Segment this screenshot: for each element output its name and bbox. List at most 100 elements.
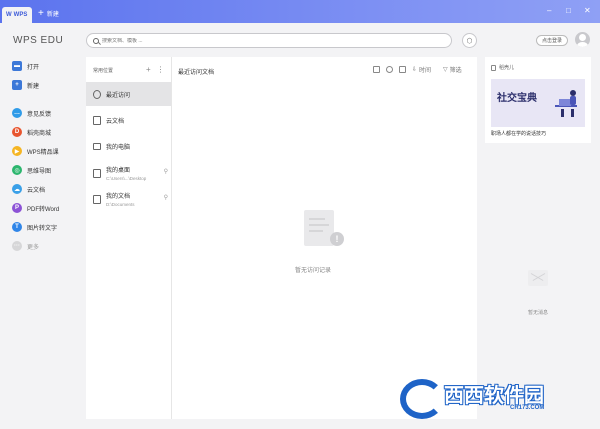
sidebar-item-label: 稻壳商城 — [27, 130, 52, 137]
sidebar-item-ocr[interactable]: T 图片转文字 — [12, 222, 57, 232]
promo-banner[interactable]: 社交宝典 — [491, 79, 585, 127]
ocr-icon: T — [12, 222, 22, 232]
desktop-icon — [93, 168, 101, 178]
empty-state-text: 暂无访问记录 — [295, 268, 332, 274]
computer-icon — [93, 142, 101, 150]
envelope-icon — [528, 270, 548, 286]
location-documents[interactable]: 我的文档 D:\Documents ⚲ — [86, 186, 171, 212]
plus-icon: + — [38, 7, 44, 19]
search-box[interactable] — [86, 33, 452, 48]
location-label: 我的电脑 — [106, 144, 131, 151]
recent-docs-title: 最近访问文档 — [178, 70, 215, 76]
watermark: 西西软件园 CR173.COM — [400, 379, 590, 419]
sidebar-item-new[interactable]: + 新建 — [12, 80, 39, 90]
sidebar-item-course[interactable]: ▶ WPS精品课 — [12, 146, 59, 156]
sidebar-item-docer[interactable]: D 稻壳商城 — [12, 127, 51, 137]
maximize-icon[interactable]: □ — [566, 6, 571, 15]
location-label: 云文档 — [106, 118, 125, 125]
mindmap-icon: ◎ — [12, 165, 22, 175]
promo-caption: 职场人都在学的说话技巧 — [491, 131, 547, 137]
doc-line — [309, 230, 323, 232]
promo-title: 稻壳儿 — [499, 65, 515, 71]
sidebar-item-more[interactable]: ··· 更多 — [12, 241, 39, 251]
sidebar-item-label: 图片转文字 — [27, 225, 58, 232]
location-desktop[interactable]: 我的桌面 C:\Users\...\Desktop ⚲ — [86, 160, 171, 186]
search-icon — [93, 37, 99, 44]
sidebar-item-label: 意见反馈 — [27, 111, 52, 118]
skin-icon: ⬡ — [466, 37, 473, 45]
sidebar-item-cloud-doc[interactable]: ☁ 云文档 — [12, 184, 45, 194]
location-text: 我的文档 D:\Documents — [106, 191, 135, 207]
location-path: D:\Documents — [106, 202, 135, 207]
location-path: C:\Users\...\Desktop — [106, 176, 147, 181]
doc-line — [309, 224, 329, 226]
feedback-icon: … — [12, 108, 22, 118]
more-icon: ··· — [12, 241, 22, 251]
watermark-sub: CR173.COM — [510, 405, 545, 411]
sidebar-item-label: WPS精品课 — [27, 149, 59, 156]
skin-button[interactable]: ⬡ — [462, 33, 477, 48]
locations-pane: 常用位置 + ⋮ 最近访问 云文档 我的电脑 我的桌面 C:\Users\...… — [86, 57, 172, 419]
folder-icon: ▬ — [12, 61, 22, 71]
add-location-icon[interactable]: + — [146, 65, 151, 74]
sort-time-label: 时间 — [419, 68, 432, 74]
pin-icon[interactable]: ⚲ — [164, 194, 168, 201]
location-label: 最近访问 — [106, 92, 131, 99]
watermark-logo-icon — [400, 379, 444, 419]
sidebar-item-open[interactable]: ▬ 打开 — [12, 61, 39, 71]
filter-button[interactable]: ▽ 筛选 — [443, 65, 462, 74]
sidebar-item-label: 新建 — [27, 83, 40, 90]
location-cloud-doc[interactable]: 云文档 — [86, 108, 171, 132]
filter-label: 筛选 — [449, 68, 462, 74]
sort-icon: ⇩ — [412, 67, 418, 73]
close-icon[interactable]: ✕ — [584, 6, 591, 15]
location-recent[interactable]: 最近访问 — [86, 82, 171, 106]
sidebar-item-feedback[interactable]: … 意见反馈 — [12, 108, 51, 118]
sidebar-item-label: 打开 — [27, 64, 40, 71]
location-label: 我的文档 — [106, 194, 131, 200]
locations-header: 常用位置 — [93, 68, 114, 74]
login-button[interactable]: 点击登录 — [536, 35, 568, 46]
person-laptop-illustration — [555, 90, 577, 117]
promo-header: 稻壳儿 — [491, 64, 514, 71]
lock-icon[interactable] — [373, 66, 380, 73]
avatar[interactable] — [575, 32, 590, 47]
new-file-icon: + — [12, 80, 22, 90]
sidebar-item-label: 更多 — [27, 244, 40, 251]
pdf-icon: P — [12, 203, 22, 213]
location-label: 我的桌面 — [106, 168, 131, 174]
app-title: WPS EDU — [13, 35, 64, 46]
sort-time-button[interactable]: ⇩ 时间 — [412, 65, 431, 74]
wps-logo-icon: W — [6, 12, 12, 18]
refresh-icon[interactable] — [386, 66, 393, 73]
cloud-doc-icon: ☁ — [12, 184, 22, 194]
sidebar-item-label: 思维导图 — [27, 168, 52, 175]
clock-icon — [93, 89, 101, 99]
sidebar-item-mindmap[interactable]: ◎ 思维导图 — [12, 165, 51, 175]
alert-icon: ! — [330, 232, 344, 246]
promo-panel: 稻壳儿 社交宝典 职场人都在学的说话技巧 — [485, 57, 591, 143]
filter-icon: ▽ — [443, 67, 448, 73]
tab-wps[interactable]: W WPS — [2, 7, 32, 23]
messages-empty-text: 暂无消息 — [528, 310, 549, 316]
sidebar-item-pdf-to-word[interactable]: P PDF转Word — [12, 203, 59, 213]
location-my-computer[interactable]: 我的电脑 — [86, 134, 171, 158]
list-view-icon[interactable] — [399, 66, 406, 73]
doc-line — [309, 218, 325, 220]
pin-icon[interactable]: ⚲ — [164, 168, 168, 175]
minimize-icon[interactable]: – — [547, 6, 551, 15]
main-panel: 常用位置 + ⋮ 最近访问 云文档 我的电脑 我的桌面 C:\Users\...… — [86, 57, 477, 419]
cloud-box-icon — [93, 115, 101, 125]
sidebar-item-label: 云文档 — [27, 187, 46, 194]
banner-title: 社交宝典 — [497, 93, 537, 104]
course-icon: ▶ — [12, 146, 22, 156]
search-input[interactable] — [102, 37, 402, 44]
locations-actions: + ⋮ — [146, 65, 165, 74]
watermark-main: 西西软件园 — [444, 383, 544, 407]
title-bar: W WPS + 新建 – □ ✕ — [0, 0, 600, 23]
recent-toolbar: ⇩ 时间 ▽ 筛选 — [373, 65, 462, 74]
more-options-icon[interactable]: ⋮ — [157, 65, 165, 74]
docer-icon: D — [12, 127, 22, 137]
new-tab-button[interactable]: + 新建 — [38, 7, 59, 19]
new-tab-label: 新建 — [46, 12, 59, 18]
